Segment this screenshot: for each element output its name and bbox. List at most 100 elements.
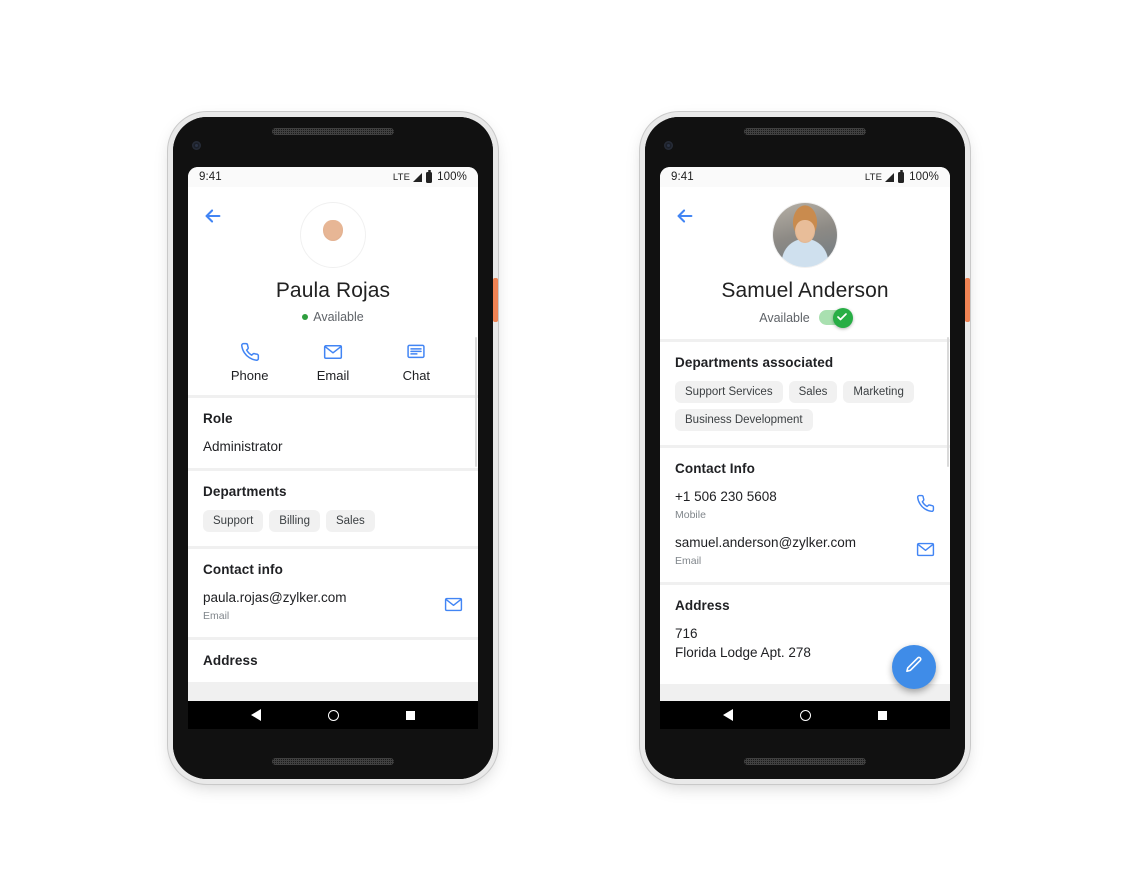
front-camera-icon [192, 141, 201, 150]
signal-strength-icon [413, 172, 423, 182]
page-title: Paula Rojas [275, 279, 391, 302]
section-title: Role [203, 411, 233, 426]
action-email[interactable]: Email [291, 342, 374, 383]
section-role: Role Administrator [188, 398, 478, 468]
nav-back-icon[interactable] [251, 709, 262, 721]
status-bar: 9:41 LTE 100% [660, 167, 950, 187]
nav-back-icon[interactable] [723, 709, 734, 721]
back-arrow-icon[interactable] [674, 205, 696, 227]
battery-percent-label: 100% [909, 171, 939, 183]
envelope-icon[interactable] [908, 540, 935, 564]
contact-sublabel: Mobile [675, 508, 706, 521]
section-departments-associated: Departments associated Support Services … [660, 342, 950, 445]
contact-text: +1 506 230 5608 Mobile [675, 489, 777, 522]
scrollbar-indicator[interactable] [475, 337, 477, 467]
contact-row[interactable]: +1 506 230 5608 Mobile [675, 489, 935, 522]
section-title: Departments associated [675, 355, 834, 370]
section-title: Contact Info [675, 461, 755, 476]
chip[interactable]: Business Development [675, 409, 813, 431]
back-arrow-icon[interactable] [202, 205, 224, 227]
role-value: Administrator [203, 439, 283, 454]
bottom-speaker-icon [744, 758, 866, 765]
front-camera-icon [664, 141, 673, 150]
contact-sublabel: Email [675, 554, 702, 567]
signal-strength-icon [885, 172, 895, 182]
power-button[interactable] [493, 278, 498, 322]
section-title: Contact info [203, 562, 283, 577]
section-title: Address [675, 598, 730, 613]
bottom-speaker-icon [272, 758, 394, 765]
scrollbar-indicator[interactable] [947, 337, 949, 467]
nav-recent-icon[interactable] [877, 710, 887, 720]
phone-screen-right: 9:41 LTE 100% Samuel Anderson Available … [660, 167, 950, 729]
android-navigation-bar [188, 701, 478, 729]
profile-header-card: Samuel Anderson Available [660, 187, 950, 339]
section-title: Address [203, 653, 258, 668]
phone-device-right: 9:41 LTE 100% Samuel Anderson Available … [645, 117, 970, 779]
section-title: Departments [203, 484, 287, 499]
status-time: 9:41 [671, 171, 694, 183]
section-departments: Departments Support Billing Sales [188, 471, 478, 546]
edit-fab-button[interactable] [892, 645, 936, 689]
phone-body-left: 9:41 LTE 100% Paula Rojas Available Phon… [173, 117, 493, 779]
action-phone[interactable]: Phone [208, 342, 291, 383]
address-line: 716 [675, 626, 698, 641]
avatar [301, 203, 365, 267]
contact-row[interactable]: paula.rojas@zylker.com Email [203, 590, 463, 623]
department-chip-list: Support Services Sales Marketing Busines… [675, 381, 935, 431]
network-type-label: LTE [392, 171, 411, 183]
contact-value: paula.rojas@zylker.com [203, 590, 347, 605]
chip[interactable]: Support Services [675, 381, 783, 403]
battery-percent-label: 100% [437, 171, 467, 183]
action-chat[interactable]: Chat [375, 342, 458, 383]
action-email-label: Email [316, 368, 350, 383]
envelope-icon [291, 342, 374, 362]
chip[interactable]: Marketing [843, 381, 914, 403]
contact-value: samuel.anderson@zylker.com [675, 535, 857, 550]
android-navigation-bar [660, 701, 950, 729]
availability-toggle[interactable] [818, 307, 853, 328]
quick-actions: Phone Email Chat [188, 342, 478, 395]
action-phone-label: Phone [230, 368, 269, 383]
nav-recent-icon[interactable] [405, 710, 415, 720]
phone-device-left: 9:41 LTE 100% Paula Rojas Available Phon… [173, 117, 498, 779]
availability-dot-icon [302, 314, 309, 320]
status-bar: 9:41 LTE 100% [188, 167, 478, 187]
status-badge: Available [660, 307, 950, 328]
avatar [773, 203, 837, 267]
status-indicators: LTE 100% [392, 169, 467, 183]
contact-text: paula.rojas@zylker.com Email [203, 590, 347, 623]
availability-label: Available [759, 310, 810, 325]
status-indicators: LTE 100% [864, 169, 939, 183]
phone-icon[interactable] [908, 494, 935, 518]
phone-body-right: 9:41 LTE 100% Samuel Anderson Available … [645, 117, 965, 779]
contact-text: samuel.anderson@zylker.com Email [675, 535, 856, 568]
chip[interactable]: Sales [325, 510, 375, 532]
battery-icon [426, 169, 433, 183]
nav-home-icon[interactable] [327, 709, 339, 721]
chip[interactable]: Billing [269, 510, 320, 532]
contact-sublabel: Email [203, 609, 230, 622]
section-address: Address [188, 640, 478, 682]
nav-home-icon[interactable] [799, 709, 811, 721]
profile-header-card: Paula Rojas Available Phone Email Chat [188, 187, 478, 395]
power-button[interactable] [965, 278, 970, 322]
availability-label: Available [313, 310, 364, 324]
action-chat-label: Chat [402, 368, 431, 383]
earpiece-speaker-icon [272, 128, 394, 135]
contact-value: +1 506 230 5608 [675, 489, 777, 504]
envelope-icon[interactable] [436, 595, 463, 619]
earpiece-speaker-icon [744, 128, 866, 135]
phone-icon [208, 342, 291, 362]
department-chip-list: Support Billing Sales [203, 510, 463, 532]
network-type-label: LTE [864, 171, 883, 183]
chip[interactable]: Support [203, 510, 264, 532]
chip[interactable]: Sales [788, 381, 838, 403]
page-title: Samuel Anderson [721, 279, 889, 302]
scroll-content-left[interactable]: Paula Rojas Available Phone Email Chat R… [188, 187, 478, 701]
pencil-icon [904, 655, 924, 680]
contact-row[interactable]: samuel.anderson@zylker.com Email [675, 535, 935, 568]
section-contact-info: Contact Info +1 506 230 5608 Mobile samu… [660, 448, 950, 582]
status-badge: Available [188, 310, 478, 324]
scroll-content-right[interactable]: Samuel Anderson Available Departments as… [660, 187, 950, 701]
